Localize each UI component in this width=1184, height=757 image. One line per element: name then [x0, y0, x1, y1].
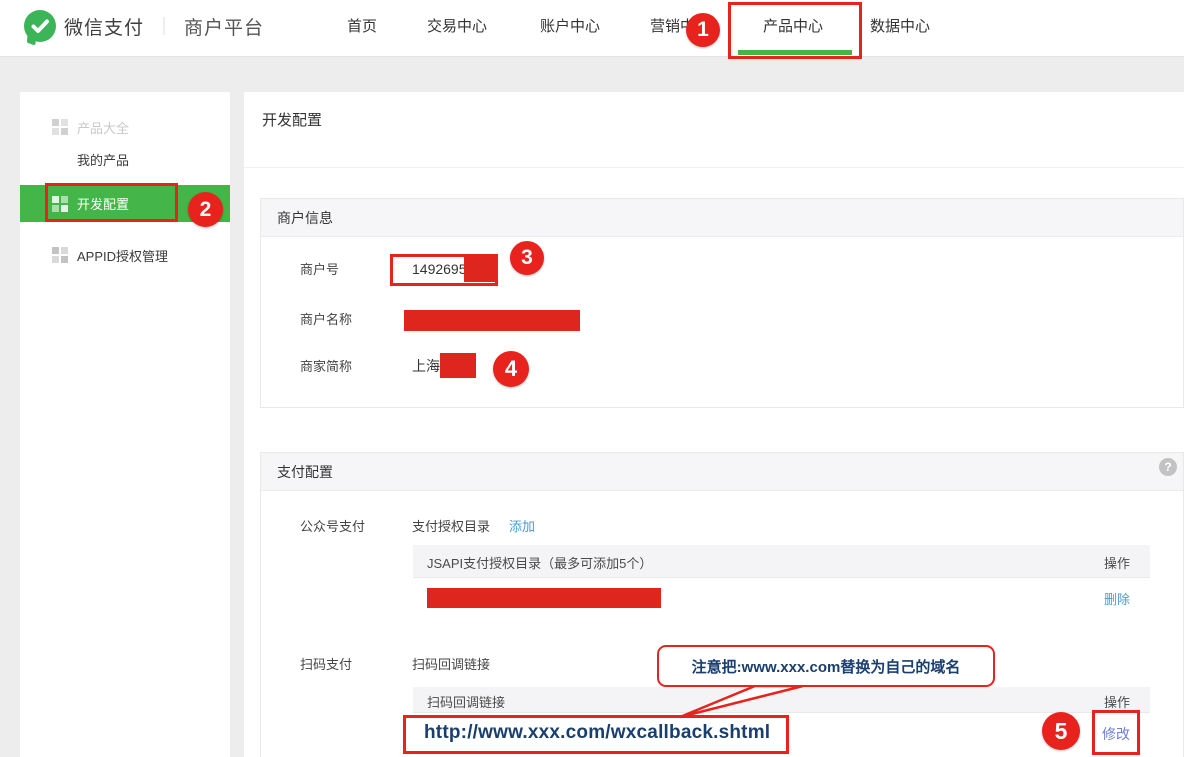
- merchant-id-label: 商户号: [300, 259, 339, 278]
- annotation-badge-1: 1: [686, 13, 720, 47]
- brand[interactable]: 微信支付 ｜ 商户平台: [24, 9, 264, 43]
- sidebar-item-label: 开发配置: [77, 194, 129, 213]
- sidebar-item-label: APPID授权管理: [77, 246, 168, 265]
- brand-name: 微信支付: [64, 13, 144, 40]
- annotation-badge-5: 5: [1042, 712, 1080, 750]
- payment-config-header: 支付配置: [261, 453, 1183, 491]
- sidebar-item-label: 我的产品: [77, 150, 129, 169]
- merchant-id-value: 1492695: [412, 261, 467, 277]
- jsapi-table-header: JSAPI支付授权目录（最多可添加5个） 操作: [413, 545, 1150, 578]
- modify-link[interactable]: 修改: [1102, 724, 1130, 744]
- page-title: 开发配置: [262, 109, 322, 130]
- annotation-callout-tail: [660, 684, 820, 720]
- auth-dir-label: 支付授权目录: [412, 516, 490, 535]
- callback-link-label: 扫码回调链接: [412, 654, 490, 673]
- brand-portal: 商户平台: [184, 13, 264, 40]
- native-table-title: 扫码回调链接: [427, 692, 505, 711]
- merchant-shortname-label: 商家简称: [300, 356, 352, 375]
- jsapi-table-title: JSAPI支付授权目录（最多可添加5个）: [427, 553, 652, 572]
- wechat-pay-logo-icon: [24, 10, 56, 42]
- grid-icon: [52, 247, 68, 263]
- native-row-label: 扫码支付: [300, 654, 352, 673]
- merchant-shortname-redaction: [440, 353, 476, 378]
- merchant-info-section: 商户信息: [260, 198, 1184, 408]
- delete-link[interactable]: 删除: [1104, 589, 1130, 608]
- annotation-badge-4: 4: [493, 351, 529, 387]
- nav-data-center[interactable]: 数据中心: [870, 15, 930, 36]
- sidebar-item-my-products[interactable]: 我的产品: [20, 144, 230, 174]
- add-link[interactable]: 添加: [509, 516, 535, 535]
- merchant-id-redaction: [464, 257, 496, 282]
- jsapi-row-label: 公众号支付: [300, 516, 365, 535]
- top-nav-bar: 微信支付 ｜ 商户平台 首页 交易中心 账户中心 营销中心 产品中心 数据中心: [0, 0, 1184, 57]
- jsapi-op-header: 操作: [1104, 553, 1130, 572]
- active-tab-underline: [738, 50, 852, 55]
- sidebar-item-label: 产品大全: [77, 118, 129, 137]
- merchant-info-header: 商户信息: [261, 199, 1183, 237]
- nav-transaction-center[interactable]: 交易中心: [427, 15, 487, 36]
- title-divider: [244, 167, 1184, 168]
- annotation-badge-3: 3: [510, 241, 544, 275]
- merchant-name-redaction: [404, 310, 580, 331]
- native-op-header: 操作: [1104, 692, 1130, 711]
- sidebar-item-product-catalog[interactable]: 产品大全: [20, 112, 230, 142]
- help-icon[interactable]: ?: [1159, 458, 1177, 476]
- sidebar: 产品大全 我的产品 开发配置 APPID授权管理: [20, 92, 230, 757]
- grid-icon: [52, 119, 68, 135]
- grid-icon: [52, 196, 68, 212]
- merchant-name-label: 商户名称: [300, 309, 352, 328]
- wechat-pay-merchant-portal: 微信支付 ｜ 商户平台 首页 交易中心 账户中心 营销中心 产品中心 数据中心 …: [0, 0, 1184, 757]
- brand-divider: ｜: [155, 13, 173, 39]
- callback-url-value: http://www.xxx.com/wxcallback.shtml: [424, 722, 770, 744]
- annotation-badge-2: 2: [188, 192, 223, 227]
- nav-product-center[interactable]: 产品中心: [763, 15, 823, 36]
- nav-home[interactable]: 首页: [347, 15, 377, 36]
- sidebar-item-appid-auth[interactable]: APPID授权管理: [20, 240, 230, 270]
- nav-account-center[interactable]: 账户中心: [540, 15, 600, 36]
- annotation-callout: 注意把:www.xxx.com替换为自己的域名: [657, 645, 995, 687]
- merchant-shortname-value: 上海: [412, 356, 440, 376]
- jsapi-dir-redaction: [427, 588, 661, 608]
